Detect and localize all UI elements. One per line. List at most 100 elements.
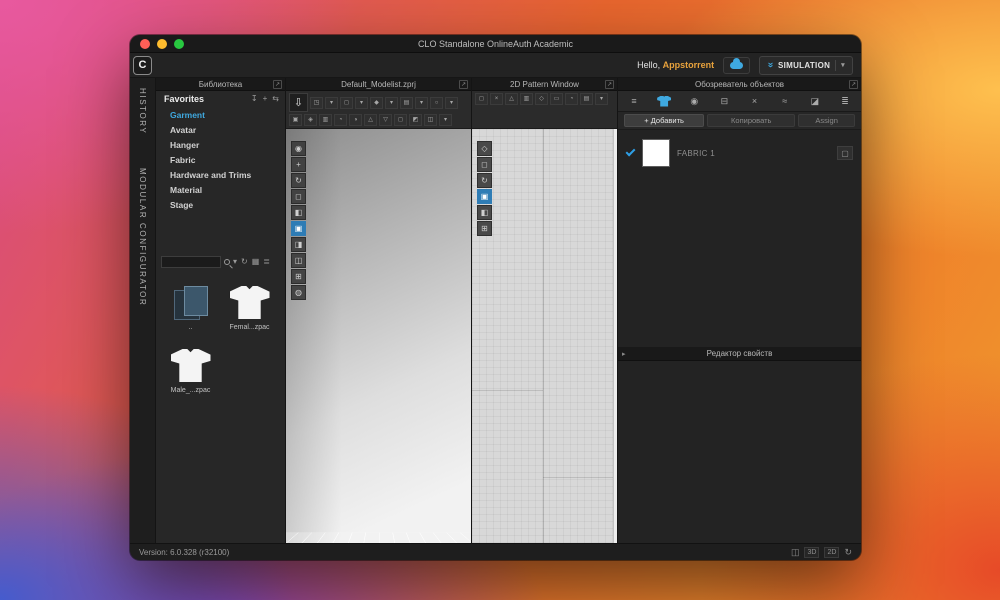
popout-icon[interactable]: ↗ [849, 80, 858, 89]
add-fabric-button[interactable]: + Добавить [624, 114, 704, 127]
viewport-tool-icon[interactable]: ◍ [291, 285, 306, 300]
toolbar-icon[interactable]: ◈ [304, 114, 317, 126]
library-category-item[interactable]: Stage [156, 197, 285, 212]
cloud-sync-button[interactable] [723, 57, 750, 74]
toolbar-icon[interactable]: ▾ [445, 97, 458, 109]
viewport-tool-icon[interactable]: ◧ [291, 205, 306, 220]
view-2d-button[interactable]: 2D [824, 547, 839, 558]
zoom-window-button[interactable] [174, 39, 184, 49]
toolbar-icon[interactable]: ○ [430, 97, 443, 109]
viewport-tool-icon[interactable]: ◻ [291, 189, 306, 204]
collapse-arrow-icon[interactable]: ▸ [622, 350, 626, 358]
toolbar-icon[interactable]: ▾ [595, 93, 608, 105]
toolbar-icon[interactable]: ◻ [394, 114, 407, 126]
toolbar-icon[interactable]: ▭ [550, 93, 563, 105]
library-category-item[interactable]: Hanger [156, 137, 285, 152]
popout-icon[interactable]: ↗ [459, 80, 468, 89]
pattern-tool-icon[interactable]: ◧ [477, 205, 492, 220]
toolbar-icon[interactable]: ◳ [310, 97, 323, 109]
library-category-item[interactable]: Avatar [156, 122, 285, 137]
library-view-icon[interactable]: ▦ [252, 258, 260, 266]
toolbar-icon[interactable]: ◫ [424, 114, 437, 126]
toolbar-icon[interactable]: ▣ [289, 114, 302, 126]
chevron-down-icon[interactable]: ▾ [841, 61, 845, 69]
viewport-tool-icon[interactable]: ◉ [291, 141, 306, 156]
refresh-icon[interactable]: ↻ [844, 548, 852, 557]
toolbar-icon[interactable]: ▤ [580, 93, 593, 105]
copy-fabric-button[interactable]: Копировать [707, 114, 795, 127]
property-editor-header[interactable]: ▸ Редактор свойств [618, 347, 861, 361]
toolbar-icon[interactable]: ▾ [439, 114, 452, 126]
vertical-scrollbar[interactable] [613, 129, 617, 543]
close-window-button[interactable] [140, 39, 150, 49]
fabric-swatch[interactable] [643, 140, 669, 166]
garment-tab[interactable] [654, 93, 674, 110]
search-icon[interactable] [224, 259, 230, 265]
toolbar-icon[interactable]: × [490, 93, 503, 105]
toolbar-icon[interactable]: △ [364, 114, 377, 126]
pattern-tool-icon[interactable]: ◻ [477, 157, 492, 172]
search-input[interactable] [161, 256, 221, 268]
toolbar-icon[interactable]: ◻ [340, 97, 353, 109]
toolbar-icon[interactable]: ▥ [520, 93, 533, 105]
toolbar-icon[interactable]: ◔ [334, 114, 347, 126]
seam-tab[interactable]: ≈ [775, 93, 795, 110]
library-file-up[interactable]: .. [164, 286, 217, 331]
username-link[interactable]: Appstorrent [663, 60, 715, 70]
modular-configurator-tab[interactable]: MODULAR CONFIGURATOR [138, 168, 147, 306]
viewport-tool-icon[interactable]: + [291, 157, 306, 172]
favorites-action-icon[interactable]: ⇆ [272, 95, 279, 103]
viewport-tool-icon[interactable]: ◨ [291, 237, 306, 252]
toolbar-icon[interactable]: ▾ [325, 97, 338, 109]
toolbar-icon[interactable]: ▥ [319, 114, 332, 126]
window-titlebar[interactable]: CLO Standalone OnlineAuth Academic [130, 35, 861, 53]
toolbar-icon[interactable]: ◔ [565, 93, 578, 105]
viewport-tool-icon[interactable]: ◫ [291, 253, 306, 268]
library-file-male-garment[interactable]: Male_...zpac [164, 349, 217, 394]
popout-icon[interactable]: ↗ [605, 80, 614, 89]
toolbar-icon[interactable]: ▤ [400, 97, 413, 109]
fabric-options-button[interactable]: ▢ [837, 146, 853, 160]
check-icon[interactable] [626, 146, 636, 156]
pattern-tool-icon[interactable]: ⊞ [477, 221, 492, 236]
library-view-icon[interactable]: ≣ [263, 258, 270, 266]
scene-list-tab[interactable]: ≡ [624, 93, 644, 110]
viewport-tool-icon[interactable]: ↻ [291, 173, 306, 188]
toolbar-icon[interactable]: ▾ [415, 97, 428, 109]
history-tab[interactable]: HISTORY [138, 88, 147, 134]
trim-tab[interactable]: ◪ [805, 93, 825, 110]
fabric-list-item[interactable]: FABRIC 1 ▢ [626, 138, 853, 168]
clo-logo-icon[interactable]: C [133, 56, 152, 75]
simulation-button[interactable]: » SIMULATION ▾ [759, 56, 853, 75]
assign-fabric-button[interactable]: Assign [798, 114, 855, 127]
library-category-item[interactable]: Fabric [156, 152, 285, 167]
toolbar-icon[interactable]: ▾ [355, 97, 368, 109]
toolbar-icon[interactable]: ◑ [349, 114, 362, 126]
toolbar-icon[interactable]: ◻ [475, 93, 488, 105]
toolbar-icon[interactable]: △ [505, 93, 518, 105]
toolbar-icon[interactable]: ▾ [385, 97, 398, 109]
favorites-action-icon[interactable]: ↧ [251, 95, 258, 103]
library-view-icon[interactable]: ▾ [233, 258, 237, 266]
fastener-tab[interactable]: ⊟ [714, 93, 734, 110]
pattern-tool-icon[interactable]: ◇ [477, 141, 492, 156]
library-category-item[interactable]: Garment [156, 107, 285, 122]
popout-icon[interactable]: ↗ [273, 80, 282, 89]
minimize-window-button[interactable] [157, 39, 167, 49]
panel-menu-icon[interactable]: ≣ [835, 93, 855, 110]
viewport-tool-icon[interactable]: ⊞ [291, 269, 306, 284]
pattern-2d-canvas[interactable]: ◇◻↻▣◧⊞ [472, 129, 617, 543]
toolbar-icon[interactable]: ◇ [535, 93, 548, 105]
library-category-item[interactable]: Hardware and Trims [156, 167, 285, 182]
toolbar-icon[interactable]: ◆ [370, 97, 383, 109]
view-3d-button[interactable]: 3D [804, 547, 819, 558]
favorites-row[interactable]: Favorites ↧+⇆ [156, 91, 285, 107]
stitch-tab[interactable]: × [745, 93, 765, 110]
toolbar-icon[interactable]: ◩ [409, 114, 422, 126]
pattern-tool-icon[interactable]: ↻ [477, 173, 492, 188]
import-arrow-button[interactable]: ⇩ [289, 93, 308, 112]
library-category-item[interactable]: Material [156, 182, 285, 197]
favorites-action-icon[interactable]: + [263, 95, 268, 103]
library-view-icon[interactable]: ↻ [241, 258, 248, 266]
viewport-3d-canvas[interactable]: ◉+↻◻◧▣◨◫⊞◍ [286, 129, 471, 543]
